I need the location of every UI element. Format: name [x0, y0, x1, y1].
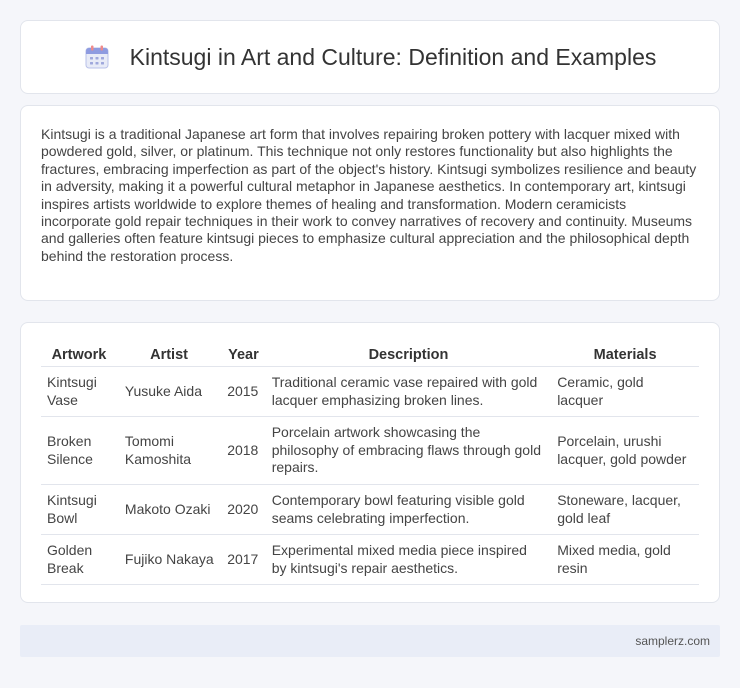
description-cell: Porcelain artwork showcasing the philoso… [265, 416, 552, 485]
table-header-row: Artwork Artist Year Description Material… [41, 343, 699, 367]
artwork-cell: Kintsugi Bowl [41, 484, 117, 536]
artist-cell: Tomomi Kamoshita [116, 416, 222, 485]
artwork-cell: Kintsugi Vase [41, 366, 117, 418]
calendar-icon [84, 44, 110, 70]
year-cell: 2020 [221, 484, 266, 536]
column-header-artwork: Artwork [41, 343, 117, 367]
footer-site-label: samplerz.com [635, 634, 710, 648]
artist-cell: Yusuke Aida [116, 366, 222, 418]
column-header-artist: Artist [116, 343, 222, 367]
description-cell: Traditional ceramic vase repaired with g… [265, 366, 552, 418]
year-cell: 2018 [221, 416, 266, 485]
artwork-cell: Golden Break [41, 534, 117, 586]
artwork-cell: Broken Silence [41, 416, 117, 485]
artwork-table: Artwork Artist Year Description Material… [41, 343, 699, 586]
footer: samplerz.com [20, 625, 720, 657]
materials-cell: Porcelain, urushi lacquer, gold powder [551, 416, 699, 485]
table-card: Artwork Artist Year Description Material… [20, 322, 720, 603]
artist-cell: Fujiko Nakaya [116, 534, 222, 586]
intro-card: Kintsugi is a traditional Japanese art f… [20, 105, 720, 301]
header-card: Kintsugi in Art and Culture: Definition … [20, 20, 720, 94]
artist-cell: Makoto Ozaki [116, 484, 222, 536]
page-title: Kintsugi in Art and Culture: Definition … [129, 43, 657, 70]
description-cell: Experimental mixed media piece inspired … [265, 534, 552, 586]
column-header-description: Description [265, 343, 552, 367]
intro-paragraph: Kintsugi is a traditional Japanese art f… [41, 126, 697, 264]
materials-cell: Ceramic, gold lacquer [551, 366, 699, 418]
year-cell: 2015 [221, 366, 266, 418]
table-row: Golden Break Fujiko Nakaya 2017 Experime… [41, 534, 699, 586]
column-header-materials: Materials [551, 343, 699, 367]
column-header-year: Year [221, 343, 266, 367]
year-cell: 2017 [221, 534, 266, 586]
table-row: Kintsugi Vase Yusuke Aida 2015 Tradition… [41, 366, 699, 418]
table-row: Broken Silence Tomomi Kamoshita 2018 Por… [41, 416, 699, 485]
materials-cell: Stoneware, lacquer, gold leaf [551, 484, 699, 536]
table-row: Kintsugi Bowl Makoto Ozaki 2020 Contempo… [41, 484, 699, 536]
description-cell: Contemporary bowl featuring visible gold… [265, 484, 552, 536]
materials-cell: Mixed media, gold resin [551, 534, 699, 586]
